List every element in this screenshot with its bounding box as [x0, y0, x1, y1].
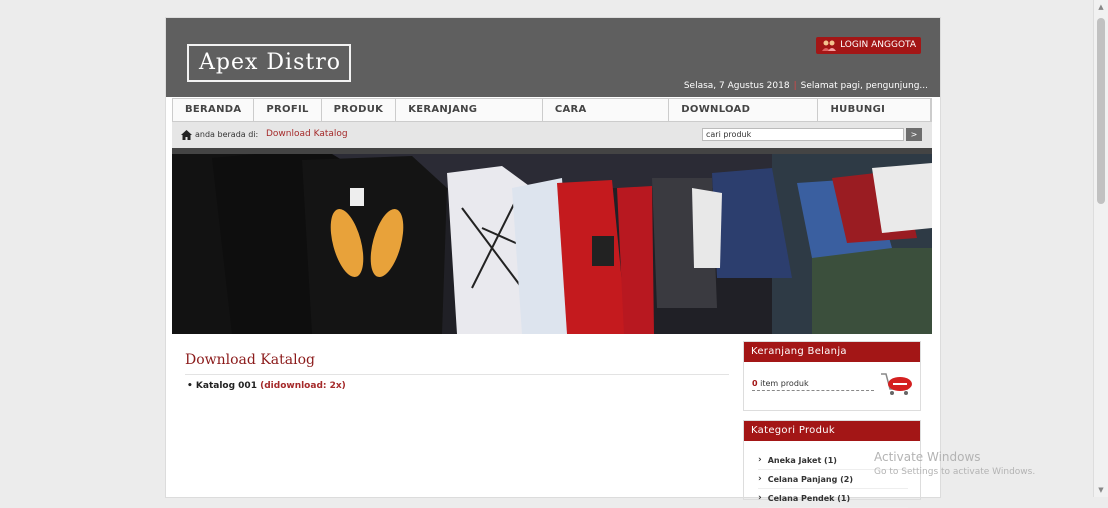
breadcrumb-label: anda berada di:	[195, 130, 259, 139]
nav-item-download-katalog[interactable]: DOWNLOAD KATALOG	[669, 99, 819, 137]
current-date: Selasa, 7 Agustus 2018	[683, 81, 790, 91]
cart-count-number: 0	[752, 379, 758, 388]
breadcrumb-current-link[interactable]: Download Katalog	[266, 129, 348, 139]
category-widget-title: Kategori Produk	[744, 421, 920, 441]
users-icon	[822, 40, 837, 51]
cart-widget-title: Keranjang Belanja	[744, 342, 920, 362]
download-count: (didownload: 2x)	[260, 381, 346, 391]
nav-item-hubungi-kami[interactable]: HUBUNGI KAMI	[818, 99, 931, 137]
page-title: Download Katalog	[185, 352, 315, 368]
greeting: Selamat pagi, pengunjung...	[800, 81, 928, 91]
hero-banner-image	[172, 148, 932, 334]
cart-item-count[interactable]: 0 item produk	[752, 379, 874, 391]
shopping-cart-icon[interactable]	[878, 371, 914, 397]
title-divider	[185, 374, 729, 375]
home-icon	[181, 130, 192, 140]
category-label: Aneka Jaket (1)	[767, 455, 837, 465]
watermark-title: Activate Windows	[874, 450, 981, 464]
main-nav: BERANDA PROFIL PRODUK KERANJANG BELANJA …	[172, 98, 932, 137]
nav-item-profil[interactable]: PROFIL	[254, 99, 322, 121]
cart-count-label: item produk	[760, 379, 809, 388]
nav-item-beranda[interactable]: BERANDA	[173, 99, 255, 121]
date-greeting: Selasa, 7 Agustus 2018 | Selamat pagi, pen…	[684, 81, 928, 91]
nav-item-keranjang-belanja[interactable]: KERANJANG BELANJA	[396, 99, 543, 137]
scroll-up-icon[interactable]: ▲	[1094, 0, 1108, 14]
search-input[interactable]	[702, 128, 904, 141]
list-bullet: •	[187, 381, 193, 391]
nav-item-produk[interactable]: PRODUK	[322, 99, 397, 121]
breadcrumb-bar: anda berada di: Download Katalog >	[172, 122, 932, 148]
login-button-label: LOGIN ANGGOTA	[840, 40, 916, 50]
content-area: Download Katalog • Katalog 001 (didownlo…	[172, 334, 932, 508]
separator: |	[793, 81, 797, 91]
chevron-right-icon: ›	[758, 493, 762, 503]
site-logo[interactable]: Apex Distro	[187, 44, 351, 82]
page-container: Apex Distro LOGIN ANGGOTA Selasa, 7 Agus…	[166, 18, 940, 508]
windows-activation-watermark: Activate Windows Go to Settings to activ…	[874, 450, 1035, 480]
nav-item-cara-pembelian[interactable]: CARA PEMBELIAN	[543, 99, 670, 137]
category-label: Celana Panjang (2)	[767, 474, 854, 484]
chevron-right-icon: ›	[758, 455, 762, 465]
site-header: Apex Distro LOGIN ANGGOTA Selasa, 7 Agus…	[166, 18, 940, 97]
watermark-subtitle: Go to Settings to activate Windows.	[874, 467, 1036, 477]
category-item-celana-pendek[interactable]: › Celana Pendek (1)	[758, 489, 908, 508]
login-button[interactable]: LOGIN ANGGOTA	[816, 37, 921, 54]
catalog-list-item: • Katalog 001 (didownload: 2x)	[187, 381, 346, 391]
page-scrollbar[interactable]: ▲ ▼	[1093, 0, 1108, 497]
chevron-right-icon: ›	[758, 474, 762, 484]
search-button[interactable]: >	[906, 128, 922, 141]
catalog-link[interactable]: Katalog 001	[196, 381, 257, 391]
scroll-down-icon[interactable]: ▼	[1094, 483, 1108, 497]
scrollbar-thumb[interactable]	[1097, 18, 1105, 204]
store-photo	[172, 148, 932, 334]
cart-widget: Keranjang Belanja 0 item produk	[743, 341, 921, 411]
search-form: >	[702, 128, 922, 141]
category-label: Celana Pendek (1)	[767, 493, 851, 503]
